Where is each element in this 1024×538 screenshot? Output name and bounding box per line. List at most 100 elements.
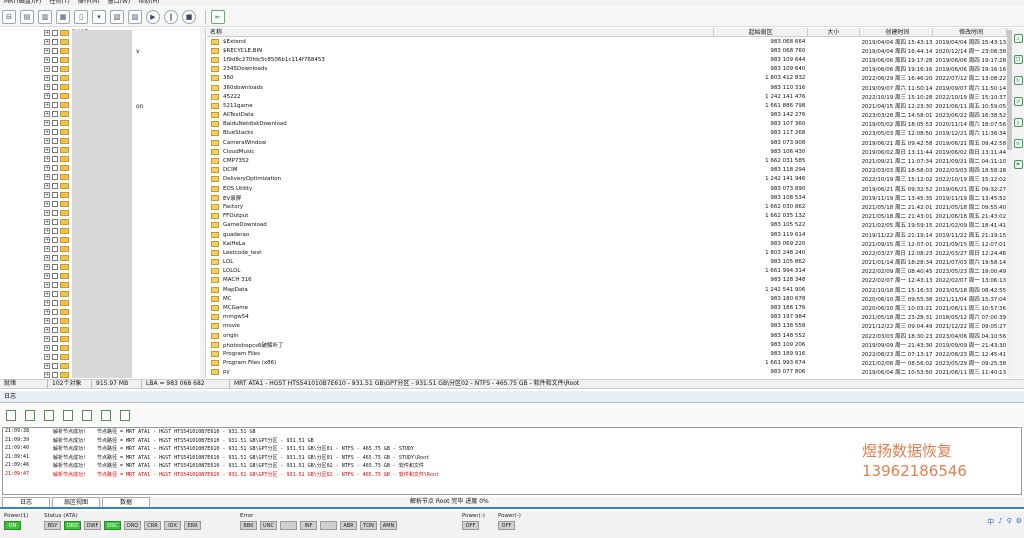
expand-icon[interactable]: + <box>44 83 50 90</box>
expand-icon[interactable]: + <box>44 227 50 234</box>
expand-icon[interactable]: + <box>44 236 50 243</box>
report-icon[interactable]: ▧ <box>110 9 124 24</box>
file-row[interactable]: Factory 1 662 030 862 2021/05/18 周二 21:42:… <box>207 202 1007 211</box>
checkbox[interactable] <box>52 344 58 351</box>
tab-data[interactable]: 数据 <box>102 497 150 507</box>
document-icon[interactable]: ▯ <box>74 9 88 24</box>
filter-icon[interactable]: ≡ <box>1013 139 1023 148</box>
drive-icon[interactable]: ⊟ <box>2 9 16 24</box>
tab-log[interactable]: 日志 <box>2 497 50 507</box>
file-row[interactable]: LOLOL 1 661 994 314 2022/02/09 周三 08:40:45… <box>207 267 1007 276</box>
expand-icon[interactable]: + <box>44 263 50 270</box>
menu-item[interactable]: 帮助(H) <box>134 0 163 5</box>
menu-item[interactable]: 窗口(W) <box>104 0 135 5</box>
expand-icon[interactable]: + <box>44 29 50 36</box>
file-row[interactable]: EV录屏 983 108 534 2019/11/19 周二 13:45:35 201… <box>207 193 1007 202</box>
log-settings-icon[interactable] <box>120 409 130 421</box>
file-row[interactable]: MACH 316 983 128 348 2022/02/07 周一 12:43:1… <box>207 276 1007 285</box>
file-row[interactable]: $Extend 983 068 664 2019/04/04 周四 15:43:13… <box>207 37 1007 46</box>
file-row[interactable]: 5211game 1 661 886 798 2021/04/15 周四 12:23… <box>207 101 1007 110</box>
file-row[interactable]: FFOutput 1 662 035 132 2021/05/18 周二 21:43… <box>207 212 1007 221</box>
restore-icon[interactable]: ↺ <box>1013 97 1023 106</box>
file-row[interactable]: CMP7352 1 662 031 585 2021/09/21 周二 11:07:… <box>207 156 1007 165</box>
expand-icon[interactable]: + <box>44 281 50 288</box>
checkbox[interactable] <box>52 299 58 306</box>
file-row[interactable]: BaiduNetdiskDownload 983 107 360 2019/05/0… <box>207 120 1007 129</box>
file-icon[interactable]: ▯ <box>1013 118 1023 127</box>
play-icon[interactable]: ▶ <box>146 9 160 24</box>
pause-icon[interactable]: ‖ <box>164 9 178 24</box>
file-row[interactable]: movie 983 138 558 2021/12/22 周三 09:04:49 20… <box>207 322 1007 331</box>
export-icon[interactable]: ▦ <box>56 9 70 24</box>
expand-icon[interactable]: + <box>44 119 50 126</box>
expand-icon[interactable]: + <box>44 218 50 225</box>
tray-icon[interactable]: ♪ <box>998 517 1002 527</box>
expand-icon[interactable]: + <box>44 353 50 360</box>
checkbox[interactable] <box>52 128 58 135</box>
menu-item[interactable]: 任务(T) <box>45 0 73 5</box>
list-icon[interactable]: ▨ <box>128 9 142 24</box>
checkbox[interactable] <box>52 236 58 243</box>
file-row[interactable]: Program Files (x86) 1 661 993 674 2021/02/… <box>207 359 1007 368</box>
expand-icon[interactable]: + <box>44 200 50 207</box>
checkbox[interactable] <box>52 281 58 288</box>
checkbox[interactable] <box>52 335 58 342</box>
file-row[interactable]: Program Files 983 189 916 2022/08/23 周二 07… <box>207 349 1007 358</box>
log-export-icon[interactable] <box>101 409 111 421</box>
expand-icon[interactable]: + <box>44 56 50 63</box>
refresh-icon[interactable]: ↻ <box>1013 76 1023 85</box>
file-row[interactable]: EOS Utility 983 073 890 2019/06/21 周五 09:3… <box>207 184 1007 193</box>
checkbox[interactable] <box>52 263 58 270</box>
column-name[interactable]: 名称 <box>207 28 714 36</box>
expand-icon[interactable]: + <box>44 308 50 315</box>
file-row[interactable]: mmgw54 983 197 984 2021/05/18 周二 23:28:31 2… <box>207 313 1007 322</box>
checkbox[interactable] <box>52 290 58 297</box>
file-row[interactable]: MC 983 180 678 2020/06/10 周三 09:55:38 2021/… <box>207 294 1007 303</box>
tray-icon[interactable]: ⚙ <box>1016 517 1022 527</box>
file-row[interactable]: BlueStacks 983 117 268 2023/05/03 周三 12:08… <box>207 129 1007 138</box>
copy-icon[interactable]: ❐ <box>1013 55 1023 64</box>
tray-icon[interactable]: ⚲ <box>1007 517 1012 527</box>
file-row[interactable]: photoshopcs6破解补丁 983 109 206 2019/09/09 周一… <box>207 340 1007 349</box>
stop-icon[interactable]: ■ <box>182 9 196 24</box>
checkbox[interactable] <box>52 92 58 99</box>
checkbox[interactable] <box>52 164 58 171</box>
expand-icon[interactable]: + <box>44 38 50 45</box>
expand-icon[interactable]: + <box>44 317 50 324</box>
expand-icon[interactable]: + <box>44 173 50 180</box>
expand-icon[interactable]: + <box>44 74 50 81</box>
file-row[interactable]: $RECYCLE.BIN 983 068 760 2019/04/04 周四 16:… <box>207 46 1007 55</box>
checkbox[interactable] <box>52 362 58 369</box>
checkbox[interactable] <box>52 155 58 162</box>
expand-icon[interactable]: + <box>44 128 50 135</box>
checkbox[interactable] <box>52 254 58 261</box>
dropdown-icon[interactable]: ▾ <box>92 9 106 24</box>
expand-icon[interactable]: + <box>44 245 50 252</box>
expand-icon[interactable]: + <box>44 155 50 162</box>
expand-icon[interactable]: + <box>44 164 50 171</box>
file-row[interactable]: DCIM 983 118 294 2022/03/03 周四 18:58:03 202… <box>207 166 1007 175</box>
file-row[interactable]: 1f9d8c270fdc5c8506b1c114f768453 983 109 6… <box>207 55 1007 64</box>
expand-icon[interactable]: + <box>44 290 50 297</box>
scan-icon[interactable]: ⌕ <box>1013 34 1023 43</box>
expand-icon[interactable]: + <box>44 92 50 99</box>
checkbox[interactable] <box>52 38 58 45</box>
column-start-sector[interactable]: 起始扇区 <box>714 28 809 36</box>
checkbox[interactable] <box>52 83 58 90</box>
file-row[interactable]: origin 983 148 552 2022/03/03 周四 18:30:23 2… <box>207 331 1007 340</box>
expand-icon[interactable]: + <box>44 191 50 198</box>
checkbox[interactable] <box>52 371 58 378</box>
checkbox[interactable] <box>52 317 58 324</box>
file-row[interactable]: LOL 983 105 862 2021/01/14 周四 18:28:34 2021… <box>207 258 1007 267</box>
checkbox[interactable] <box>52 308 58 315</box>
checkbox[interactable] <box>52 209 58 216</box>
column-created[interactable]: 创建时间 <box>860 28 934 36</box>
file-row[interactable]: MCGame 983 186 176 2020/06/10 周三 10:03:21 2… <box>207 303 1007 312</box>
tree-scrollbar[interactable] <box>200 28 205 378</box>
checkbox[interactable] <box>52 119 58 126</box>
file-row[interactable]: 360 1 803 412 832 2022/06/29 周三 16:46:20 20… <box>207 74 1007 83</box>
column-size[interactable]: 大小 <box>808 28 860 36</box>
checkbox[interactable] <box>52 146 58 153</box>
checkbox[interactable] <box>52 272 58 279</box>
expand-icon[interactable]: + <box>44 371 50 378</box>
